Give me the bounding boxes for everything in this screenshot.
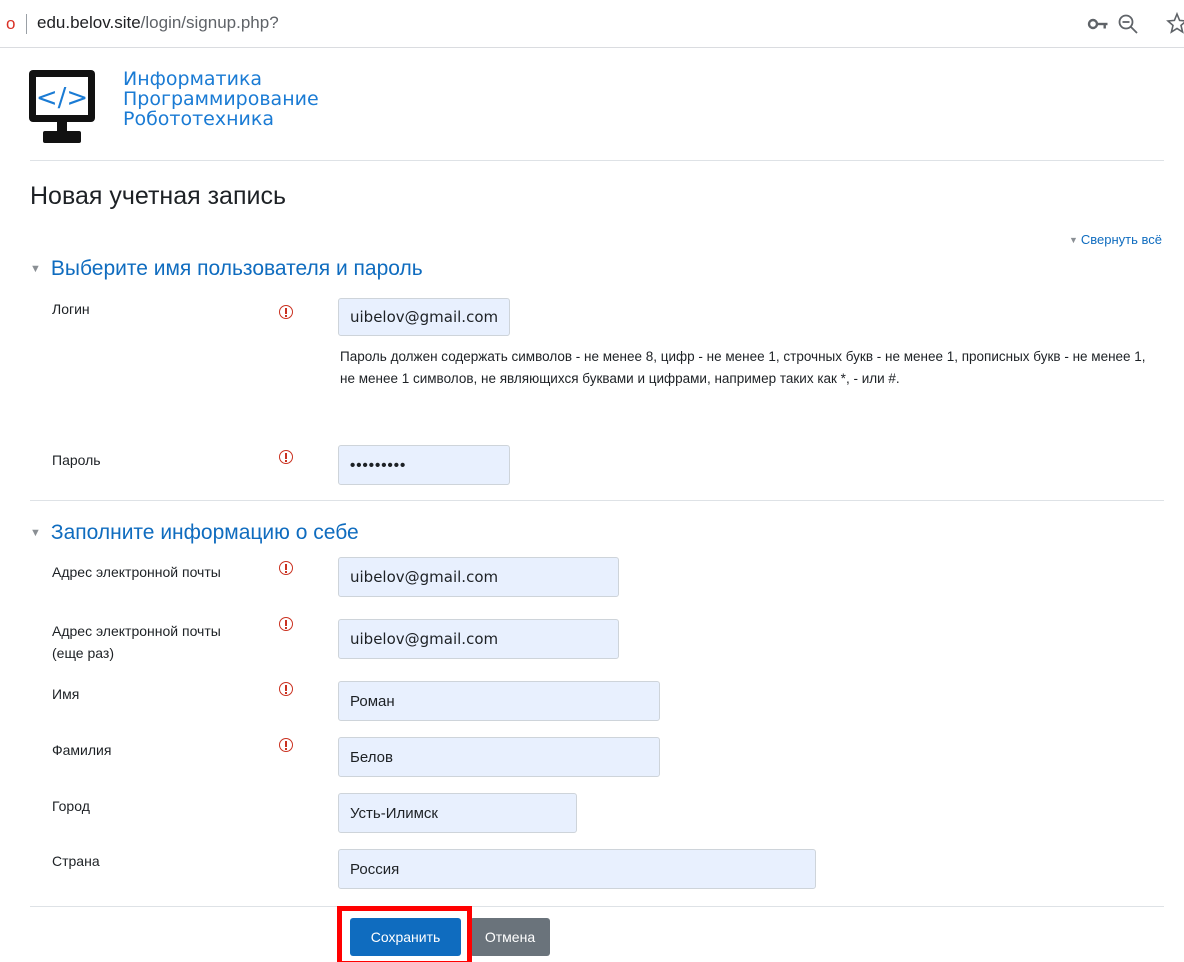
login-label: Логин xyxy=(52,301,90,317)
required-icon xyxy=(279,305,293,319)
login-input[interactable]: uibelov@gmail.com xyxy=(338,298,510,336)
triangle-down-icon: ▼ xyxy=(1068,235,1078,245)
chevron-down-icon: ▼ xyxy=(30,527,41,539)
save-button-highlight xyxy=(337,906,472,962)
site-logo-text[interactable]: Информатика Программирование Робототехни… xyxy=(123,69,319,129)
password-label: Пароль xyxy=(52,452,101,468)
firstname-input[interactable]: Роман xyxy=(338,681,660,721)
key-icon[interactable] xyxy=(1087,15,1109,33)
address-separator xyxy=(26,14,27,34)
firstname-label: Имя xyxy=(52,686,80,702)
logo-code-symbol: </> xyxy=(36,83,88,113)
city-input[interactable]: Усть-Илимск xyxy=(338,793,577,833)
city-label: Город xyxy=(52,798,90,814)
url-host: edu.belov.site xyxy=(37,13,141,32)
star-icon[interactable] xyxy=(1166,12,1184,34)
password-input[interactable]: ••••••••• xyxy=(338,445,510,485)
email-confirm-input[interactable]: uibelov@gmail.com xyxy=(338,619,619,659)
page-title: Новая учетная запись xyxy=(30,182,286,210)
security-indicator-icon[interactable]: o xyxy=(6,14,15,34)
zoom-icon[interactable] xyxy=(1117,13,1139,35)
required-icon xyxy=(279,561,293,575)
browser-address-bar[interactable]: o edu.belov.site/login/signup.php? xyxy=(0,0,1184,48)
collapse-all-link[interactable]: ▼ Свернуть всё xyxy=(1069,232,1162,247)
required-icon xyxy=(279,738,293,752)
country-select[interactable]: Россия xyxy=(338,849,816,889)
url-text[interactable]: edu.belov.site/login/signup.php? xyxy=(37,13,279,33)
email-confirm-label: Адрес электронной почты (еще раз) xyxy=(52,620,221,664)
required-icon xyxy=(279,682,293,696)
logo-line-programming: Программирование xyxy=(123,88,319,110)
email-confirm-label-line1: Адрес электронной почты xyxy=(52,623,221,639)
email-confirm-label-line2: (еще раз) xyxy=(52,645,114,661)
country-label: Страна xyxy=(52,853,100,869)
lastname-input[interactable]: Белов xyxy=(338,737,660,777)
collapse-all-label: Свернуть всё xyxy=(1080,232,1162,247)
chevron-down-icon: ▼ xyxy=(30,263,41,275)
required-icon xyxy=(279,617,293,631)
buttons-divider xyxy=(30,906,1164,907)
header-divider xyxy=(30,160,1164,161)
logo-line-informatics: Информатика xyxy=(123,68,263,90)
email-input[interactable]: uibelov@gmail.com xyxy=(338,557,619,597)
section-account-heading: Выберите имя пользователя и пароль xyxy=(50,257,423,280)
monitor-code-icon[interactable]: </> xyxy=(27,68,97,148)
cancel-button[interactable]: Отмена xyxy=(470,918,550,956)
section-account-toggle[interactable]: ▼ Выберите имя пользователя и пароль xyxy=(30,257,423,281)
lastname-label: Фамилия xyxy=(52,742,112,758)
email-label: Адрес электронной почты xyxy=(52,564,221,580)
url-path: /login/signup.php? xyxy=(140,13,279,32)
section-profile-heading: Заполните информацию о себе xyxy=(50,521,359,544)
password-policy-text: Пароль должен содержать символов - не ме… xyxy=(340,349,1146,386)
section-profile-toggle[interactable]: ▼ Заполните информацию о себе xyxy=(30,521,359,545)
required-icon xyxy=(279,450,293,464)
section-divider xyxy=(30,500,1164,501)
logo-line-robotics: Робототехника xyxy=(123,108,275,130)
